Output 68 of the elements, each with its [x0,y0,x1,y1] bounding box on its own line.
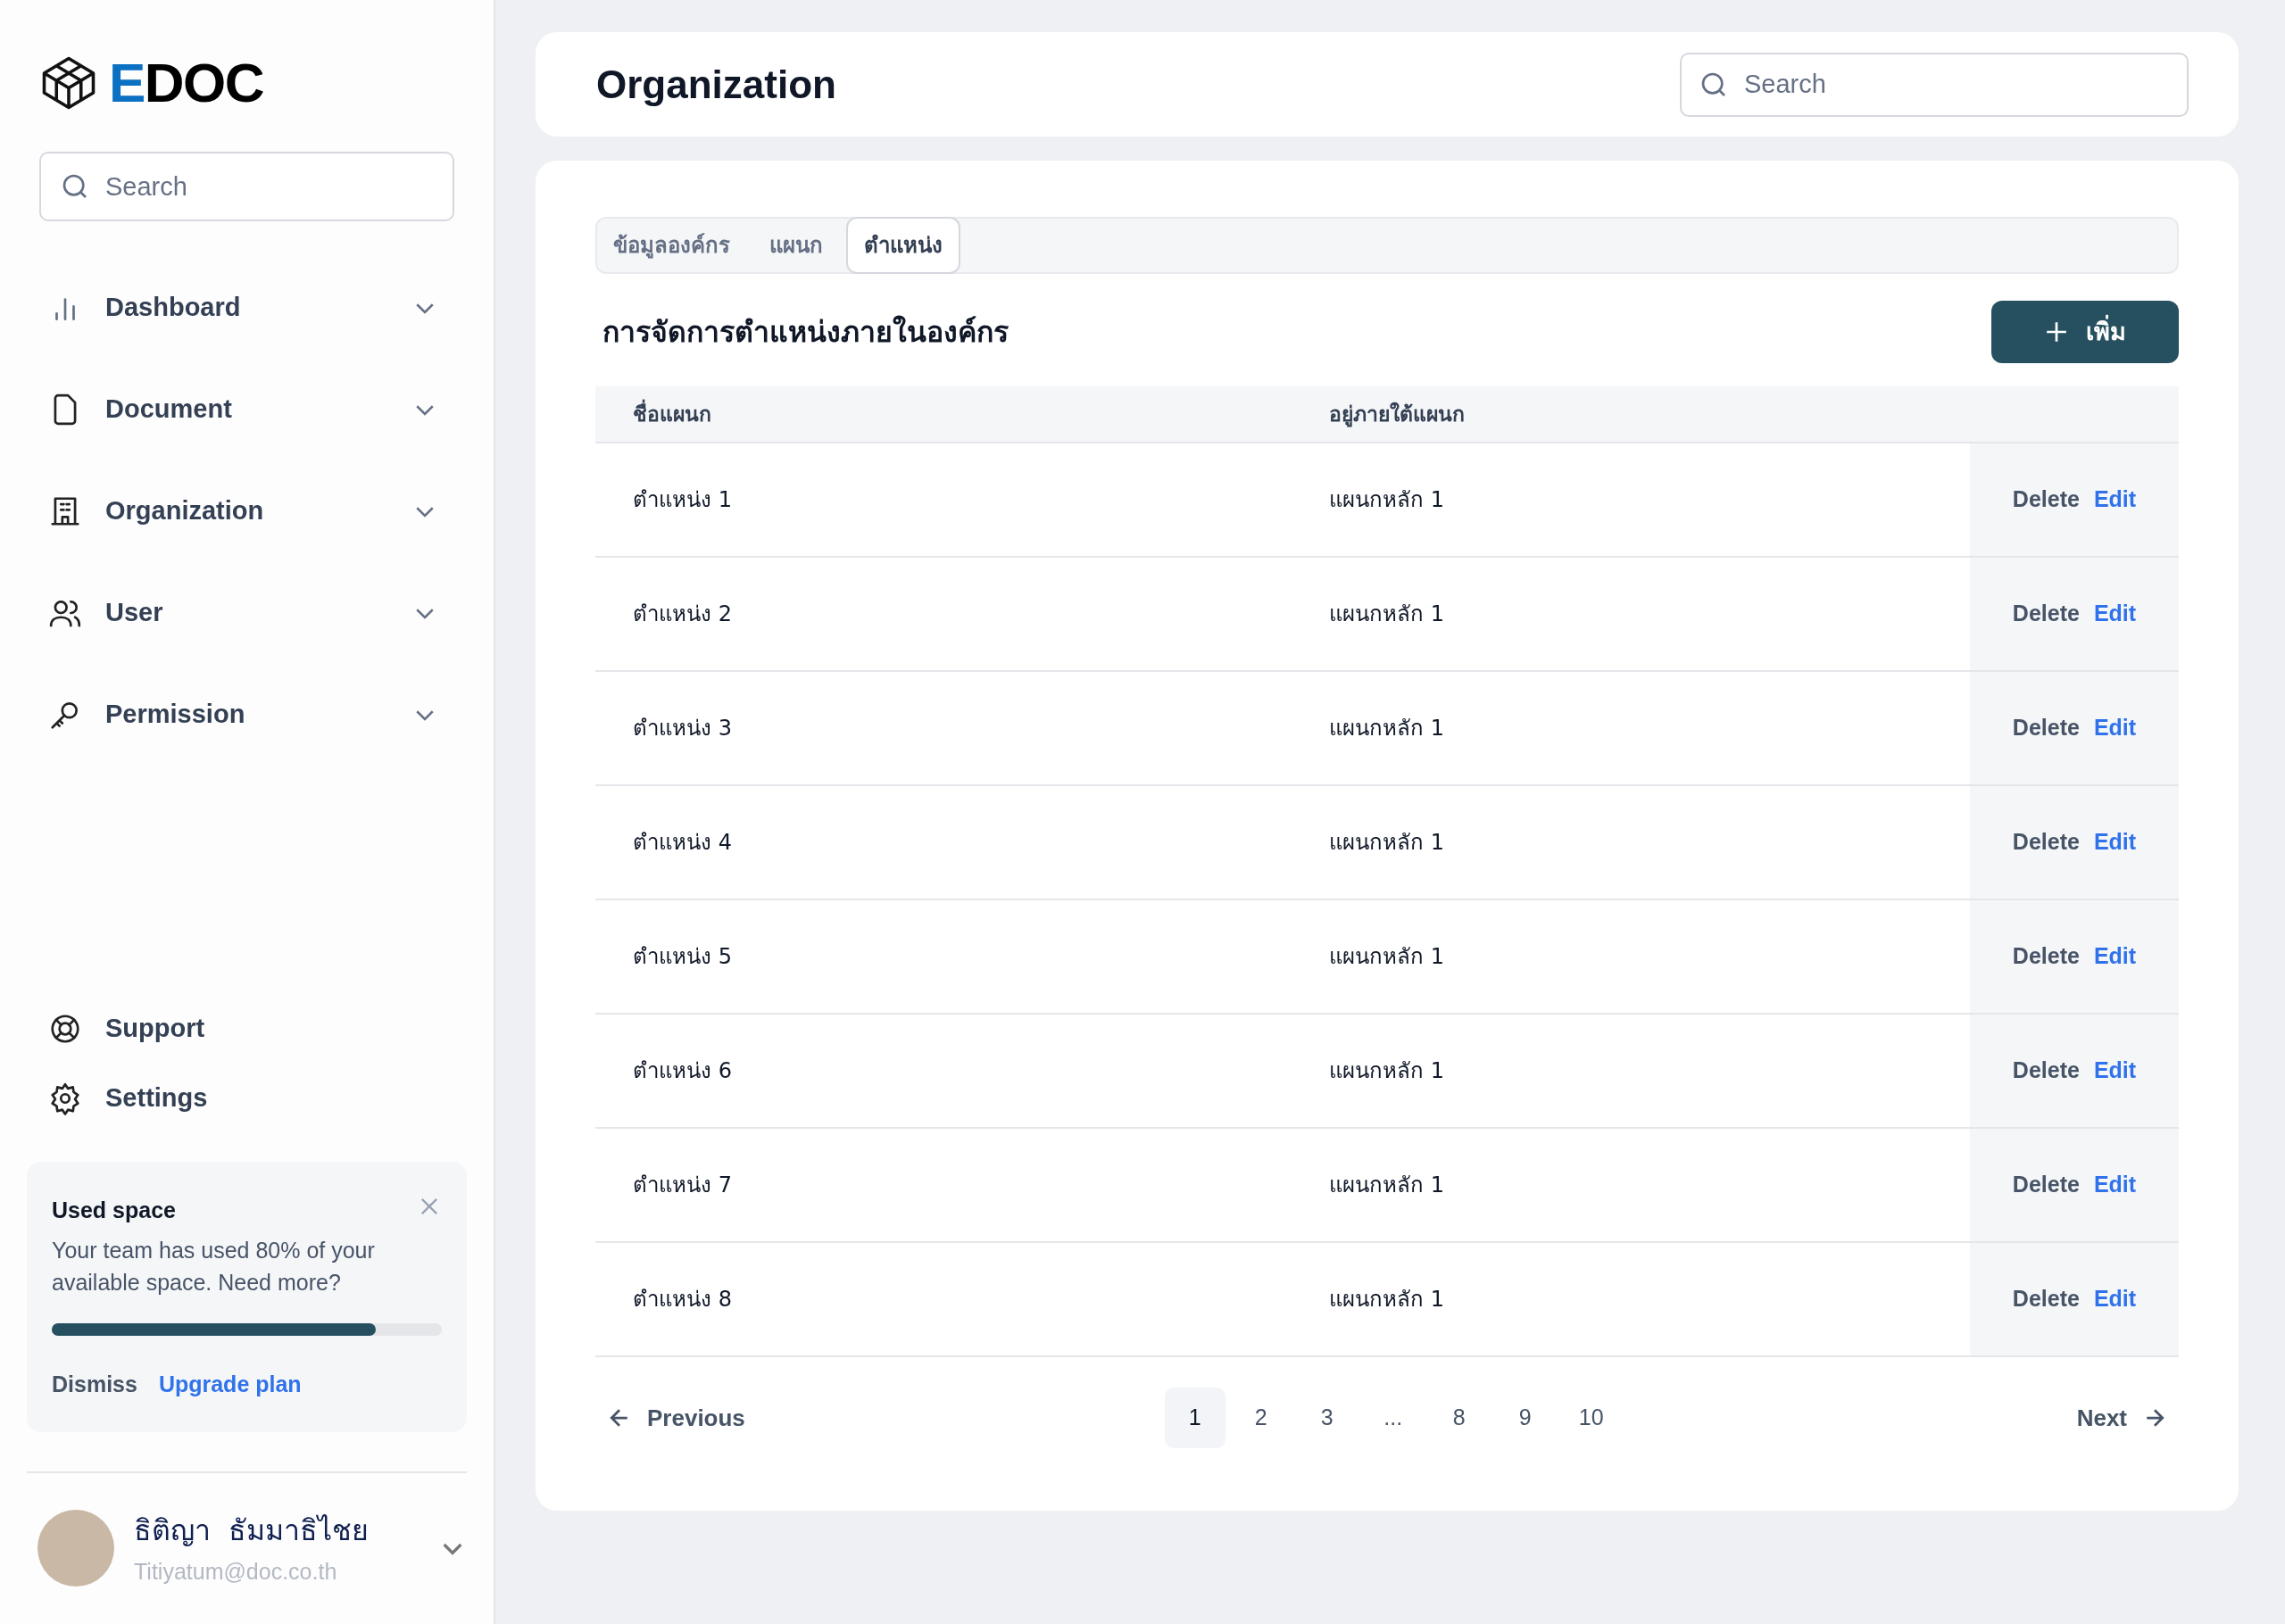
delete-link[interactable]: Delete [2012,1168,2080,1202]
delete-link[interactable]: Delete [2012,483,2080,517]
plus-icon [2044,320,2068,344]
page-button[interactable]: 2 [1230,1388,1292,1448]
delete-link[interactable]: Delete [2012,825,2080,859]
table-cell-text: แผนกหลัก 1 [1329,943,1444,971]
table-cell-text: ตำแหน่ง 1 [633,486,732,514]
edit-link[interactable]: Edit [2093,711,2137,745]
next-button[interactable]: Next [2076,1400,2168,1436]
edit-link[interactable]: Edit [2093,483,2137,517]
table-cell-text: ตำแหน่ง 2 [633,601,732,628]
user-email: Titiyatum@doc.co.th [134,1557,338,1586]
edit-link[interactable]: Edit [2093,825,2137,859]
upgrade-link[interactable]: Upgrade plan [158,1368,302,1402]
table-cell-text: ตำแหน่ง 4 [633,829,732,857]
table-cell-text: แผนกหลัก 1 [1329,1057,1444,1085]
delete-link[interactable]: Delete [2012,597,2080,631]
settings-icon [48,1081,82,1115]
tab[interactable]: ตำแหน่ง [846,217,960,274]
nav-item[interactable]: Dashboard [39,257,454,359]
nav-item[interactable]: User [39,562,454,664]
table-cell-text: แผนกหลัก 1 [1329,601,1444,628]
building-icon [48,494,82,528]
card-title: Used space [52,1196,176,1224]
edit-link[interactable]: Edit [2093,1054,2137,1088]
tab[interactable]: แผนก [753,217,839,274]
column-header: ชื่อแผนก [595,398,1292,430]
page-button[interactable]: 10 [1560,1388,1622,1448]
page-button[interactable]: 8 [1428,1388,1490,1448]
user-name: ธิติญา ธัมมาธิไชย [134,1512,370,1549]
page-button[interactable]: ... [1362,1388,1424,1448]
table-cell-text: ตำแหน่ง 8 [633,1286,732,1313]
delete-link[interactable]: Delete [2012,1282,2080,1316]
table-cell-text: แผนกหลัก 1 [1329,715,1444,742]
table-cell-text: แผนกหลัก 1 [1329,1172,1444,1199]
nav-item[interactable]: Permission [39,664,454,766]
table-cell-text: ตำแหน่ง 5 [633,943,732,971]
add-button[interactable]: เพิ่ม [1991,301,2179,363]
tab[interactable]: ข้อมูลองค์กร [597,217,746,274]
dismiss-link[interactable]: Dismiss [52,1368,137,1402]
table-cell-text: ตำแหน่ง 6 [633,1057,732,1085]
table-cell-text: ตำแหน่ง 3 [633,715,732,742]
table-cell-text: ตำแหน่ง 7 [633,1172,732,1199]
search-field[interactable]: Search [1680,52,2189,117]
page-title: Organization [596,61,836,108]
delete-link[interactable]: Delete [2012,940,2080,974]
edit-link[interactable]: Edit [2093,1282,2137,1316]
nav-item[interactable]: Support [39,1000,454,1056]
search-field[interactable]: Search [39,152,454,221]
table-cell-text: แผนกหลัก 1 [1329,486,1444,514]
nav-item[interactable]: Organization [39,460,454,562]
page-button[interactable]: 3 [1296,1388,1358,1448]
page-button[interactable]: 9 [1494,1388,1556,1448]
edit-link[interactable]: Edit [2093,597,2137,631]
delete-link[interactable]: Delete [2012,1054,2080,1088]
table-cell-text: แผนกหลัก 1 [1329,1286,1444,1313]
page-button[interactable]: 1 [1164,1388,1226,1448]
column-header: อยู่ภายใต้แผนก [1328,401,1466,429]
previous-button[interactable]: Previous [606,1400,745,1436]
section-title: การจัดการตำแหน่งภายในองค์กร [602,314,1009,351]
table-cell-text: แผนกหลัก 1 [1329,829,1444,857]
edit-link[interactable]: Edit [2093,940,2137,974]
nav-item[interactable]: Document [39,359,454,460]
edit-link[interactable]: Edit [2093,1168,2137,1202]
usage-message: Your team has used 80% of your available space. Need more? [52,1237,376,1297]
brand-logo: EDOC [109,55,263,111]
nav-item[interactable]: Settings [39,1070,454,1126]
delete-link[interactable]: Delete [2012,711,2080,745]
